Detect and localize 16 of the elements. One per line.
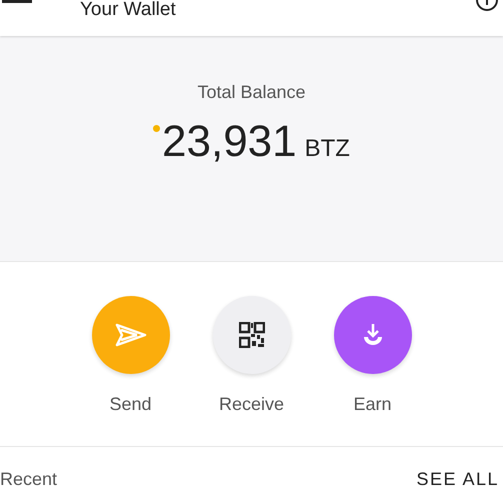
action-label: Send — [109, 394, 152, 415]
app-title: Your Wallet — [80, 0, 176, 20]
balance-amount: 23,931 — [162, 117, 297, 167]
qr-code-icon — [238, 322, 264, 348]
section-title: Recent — [0, 469, 58, 490]
see-all-link[interactable]: SEE ALL — [416, 469, 499, 490]
receive-button[interactable] — [212, 296, 290, 374]
action-label: Receive — [218, 394, 284, 415]
balance-label: Total Balance — [197, 82, 306, 103]
paper-plane-icon — [114, 323, 146, 347]
action-label: Earn — [353, 394, 392, 415]
status-dot — [153, 125, 160, 132]
info-icon[interactable] — [475, 0, 499, 12]
download-icon — [362, 323, 384, 347]
earn-button[interactable] — [334, 296, 412, 374]
currency-unit: BTZ — [304, 135, 350, 163]
